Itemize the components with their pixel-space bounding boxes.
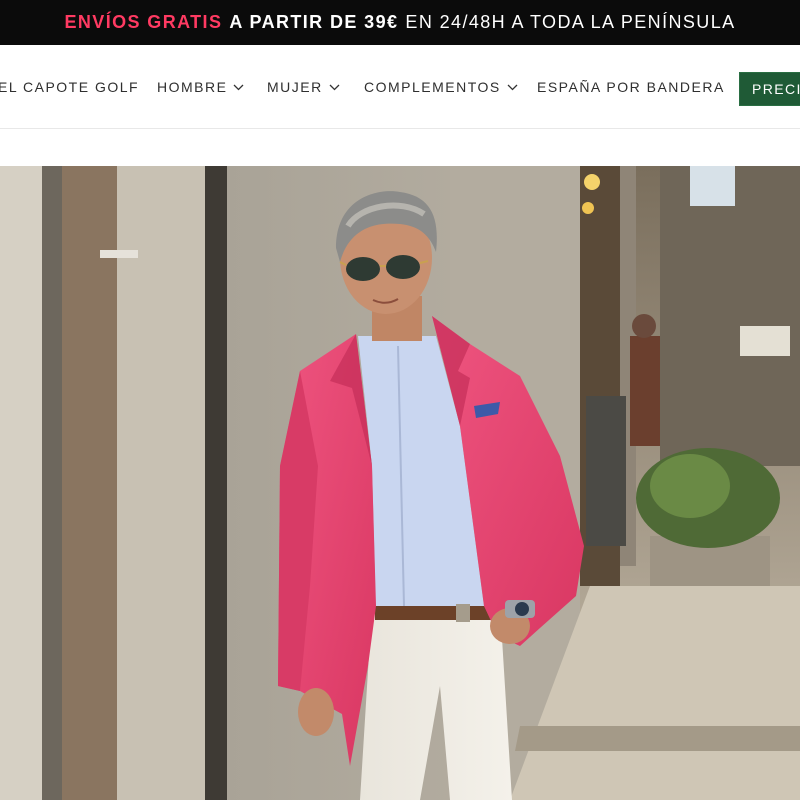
nav-item-label: ESPAÑA POR BANDERA [537, 79, 725, 95]
promo-delivery: EN 24/48H A TODA LA PENÍNSULA [405, 12, 736, 32]
nav-item-label: MUJER [267, 79, 323, 95]
precio-button-label: PRECIO [752, 81, 800, 97]
nav-item-el-capote-golf[interactable]: EL CAPOTE GOLF [0, 79, 139, 95]
nav-item-espana-por-bandera[interactable]: ESPAÑA POR BANDERA [537, 79, 725, 95]
chevron-down-icon [233, 84, 244, 91]
promo-bar: ENVÍOS GRATIS A PARTIR DE 39€ EN 24/48H … [0, 0, 800, 45]
main-nav: EL CAPOTE GOLF HOMBRE MUJER COMPLEMENTOS… [0, 45, 800, 129]
nav-item-label: EL CAPOTE GOLF [0, 79, 140, 95]
nav-item-label: HOMBRE [157, 79, 228, 95]
hero-banner[interactable] [0, 166, 800, 800]
nav-item-hombre[interactable]: HOMBRE [157, 79, 244, 95]
spacer [0, 130, 800, 166]
promo-threshold: A PARTIR DE 39€ [229, 12, 399, 32]
precio-button[interactable]: PRECIO [739, 72, 800, 106]
nav-item-complementos[interactable]: COMPLEMENTOS [364, 79, 518, 95]
nav-item-label: COMPLEMENTOS [364, 79, 501, 95]
nav-item-mujer[interactable]: MUJER [267, 79, 340, 95]
promo-free-shipping: ENVÍOS GRATIS [64, 12, 223, 32]
chevron-down-icon [507, 84, 518, 91]
chevron-down-icon [329, 84, 340, 91]
hero-photo [0, 166, 800, 800]
